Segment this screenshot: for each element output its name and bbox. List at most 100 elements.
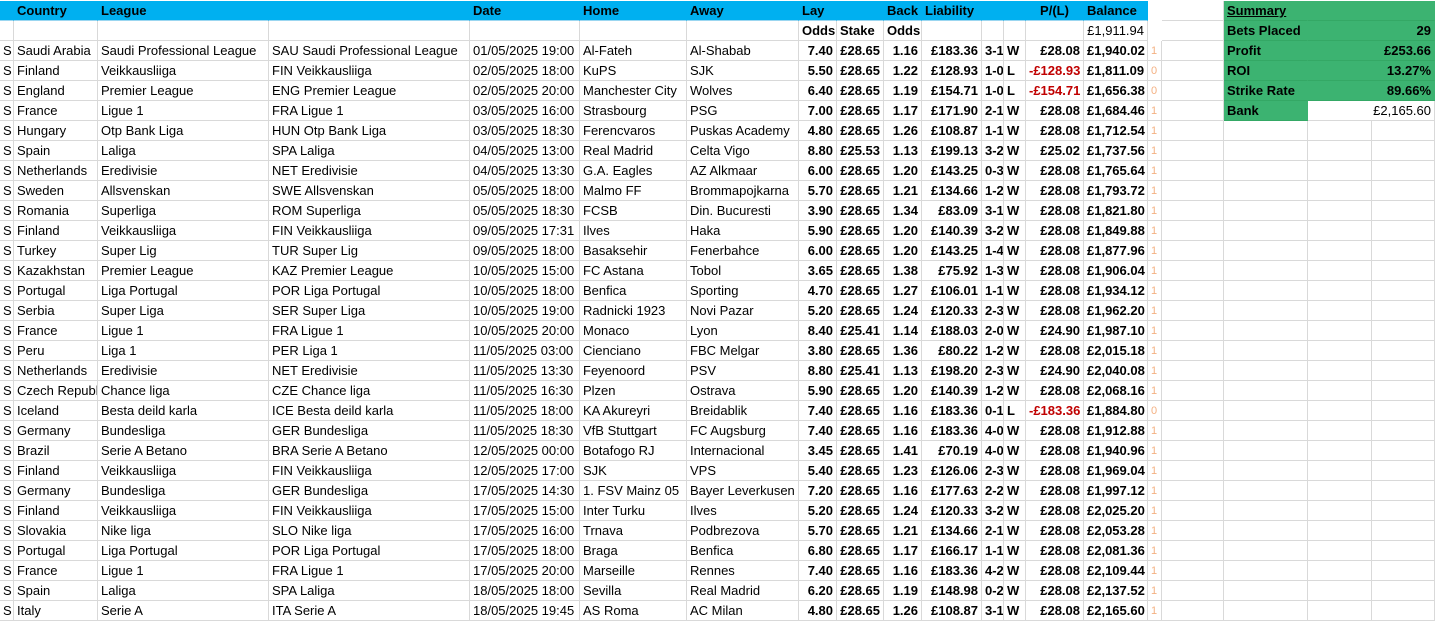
cell-score[interactable]: 4-0 [982, 441, 1004, 461]
empty-cell[interactable] [1224, 261, 1308, 281]
cell-date[interactable]: 03/05/2025 16:00 [470, 101, 580, 121]
cell-liability[interactable]: £108.87 [922, 121, 982, 141]
cell-lay-odds[interactable]: 7.40 [799, 561, 837, 581]
cell-score[interactable]: 1-0 [982, 61, 1004, 81]
cell-result[interactable]: W [1004, 221, 1026, 241]
cell-stake[interactable]: £28.65 [837, 401, 884, 421]
cell-status[interactable]: S [0, 381, 14, 401]
cell-league[interactable]: Laliga [98, 141, 269, 161]
header-lay[interactable]: Lay [799, 1, 837, 21]
cell-stake[interactable]: £28.65 [837, 81, 884, 101]
cell-score[interactable]: 0-2 [982, 581, 1004, 601]
cell-status[interactable]: S [0, 481, 14, 501]
empty-cell[interactable] [1162, 221, 1224, 241]
cell-stake[interactable]: £28.65 [837, 521, 884, 541]
cell-back-odds[interactable]: 1.13 [884, 141, 922, 161]
cell-date[interactable]: 10/05/2025 19:00 [470, 301, 580, 321]
empty-cell[interactable] [1162, 281, 1224, 301]
cell-away[interactable]: AZ Alkmaar [687, 161, 799, 181]
empty-cell[interactable] [1372, 581, 1435, 601]
cell-country[interactable]: Finland [14, 221, 98, 241]
empty-cell[interactable] [1162, 441, 1224, 461]
cell-away[interactable]: Ilves [687, 501, 799, 521]
cell-pl[interactable]: £28.08 [1026, 101, 1084, 121]
subheader-lay-odds[interactable]: Odds [799, 21, 837, 41]
cell-win-flag[interactable]: 1 [1148, 421, 1162, 441]
cell-pl[interactable]: £28.08 [1026, 481, 1084, 501]
cell-score[interactable]: 1-2 [982, 341, 1004, 361]
cell-win-flag[interactable]: 1 [1148, 541, 1162, 561]
empty-cell[interactable] [1162, 541, 1224, 561]
cell-blank[interactable] [470, 21, 580, 41]
cell-stake[interactable]: £28.65 [837, 181, 884, 201]
empty-cell[interactable] [1308, 461, 1372, 481]
cell-country[interactable]: Slovakia [14, 521, 98, 541]
cell-result[interactable]: W [1004, 181, 1026, 201]
cell-country[interactable]: Romania [14, 201, 98, 221]
cell-home[interactable]: Ferencvaros [580, 121, 687, 141]
cell-home[interactable]: Al-Fateh [580, 41, 687, 61]
cell-back-odds[interactable]: 1.26 [884, 601, 922, 621]
cell-league-code[interactable]: ICE Besta deild karla [269, 401, 470, 421]
cell-score[interactable]: 2-1 [982, 101, 1004, 121]
empty-cell[interactable] [1372, 281, 1435, 301]
cell-stake[interactable]: £28.65 [837, 541, 884, 561]
empty-cell[interactable] [1372, 221, 1435, 241]
header-pl[interactable]: P/(L) [1026, 1, 1084, 21]
cell-stake[interactable]: £28.65 [837, 601, 884, 621]
empty-cell[interactable] [1162, 21, 1224, 41]
cell-country[interactable]: Iceland [14, 401, 98, 421]
cell-liability[interactable]: £75.92 [922, 261, 982, 281]
cell-league[interactable]: Laliga [98, 581, 269, 601]
cell-away[interactable]: Breidablik [687, 401, 799, 421]
cell-stake[interactable]: £28.65 [837, 121, 884, 141]
cell-score[interactable]: 0-3 [982, 161, 1004, 181]
cell-score[interactable]: 4-2 [982, 561, 1004, 581]
cell-date[interactable]: 03/05/2025 18:30 [470, 121, 580, 141]
cell-score[interactable]: 3-2 [982, 501, 1004, 521]
empty-cell[interactable] [1372, 161, 1435, 181]
summary-title-fill[interactable] [1308, 1, 1435, 21]
cell-balance[interactable]: £1,821.80 [1084, 201, 1148, 221]
empty-cell[interactable] [1224, 381, 1308, 401]
cell-date[interactable]: 10/05/2025 15:00 [470, 261, 580, 281]
empty-cell[interactable] [1308, 421, 1372, 441]
cell-status[interactable]: S [0, 601, 14, 621]
cell-away[interactable]: Tobol [687, 261, 799, 281]
cell-date[interactable]: 18/05/2025 19:45 [470, 601, 580, 621]
cell-stake[interactable]: £25.41 [837, 321, 884, 341]
cell-lay-odds[interactable]: 3.45 [799, 441, 837, 461]
cell-league-code[interactable]: NET Eredivisie [269, 161, 470, 181]
cell-away[interactable]: Fenerbahce [687, 241, 799, 261]
cell-home[interactable]: Feyenoord [580, 361, 687, 381]
cell-blank[interactable] [687, 21, 799, 41]
empty-cell[interactable] [1162, 601, 1224, 621]
summary-bank-value[interactable]: £2,165.60 [1308, 101, 1435, 121]
cell-country[interactable]: France [14, 321, 98, 341]
cell-liability[interactable]: £128.93 [922, 61, 982, 81]
cell-home[interactable]: Braga [580, 541, 687, 561]
empty-cell[interactable] [1224, 201, 1308, 221]
cell-pl[interactable]: £28.08 [1026, 541, 1084, 561]
cell-lay-odds[interactable]: 4.70 [799, 281, 837, 301]
cell-home[interactable]: Benfica [580, 281, 687, 301]
cell-pl[interactable]: £28.08 [1026, 181, 1084, 201]
cell-away[interactable]: SJK [687, 61, 799, 81]
cell-back-odds[interactable]: 1.38 [884, 261, 922, 281]
cell-home[interactable]: Inter Turku [580, 501, 687, 521]
cell-liability[interactable]: £140.39 [922, 221, 982, 241]
cell-lay-odds[interactable]: 6.00 [799, 161, 837, 181]
cell-stake[interactable]: £28.65 [837, 101, 884, 121]
cell-home[interactable]: Ilves [580, 221, 687, 241]
empty-cell[interactable] [1162, 501, 1224, 521]
empty-cell[interactable] [1224, 581, 1308, 601]
header-liability[interactable]: Liability [922, 1, 982, 21]
cell-result[interactable]: L [1004, 401, 1026, 421]
header-result[interactable] [1004, 1, 1026, 21]
cell-status[interactable]: S [0, 221, 14, 241]
cell-pl[interactable]: £28.08 [1026, 261, 1084, 281]
cell-league[interactable]: Ligue 1 [98, 101, 269, 121]
cell-liability[interactable]: £126.06 [922, 461, 982, 481]
cell-pl[interactable]: £28.08 [1026, 341, 1084, 361]
cell-status[interactable]: S [0, 161, 14, 181]
